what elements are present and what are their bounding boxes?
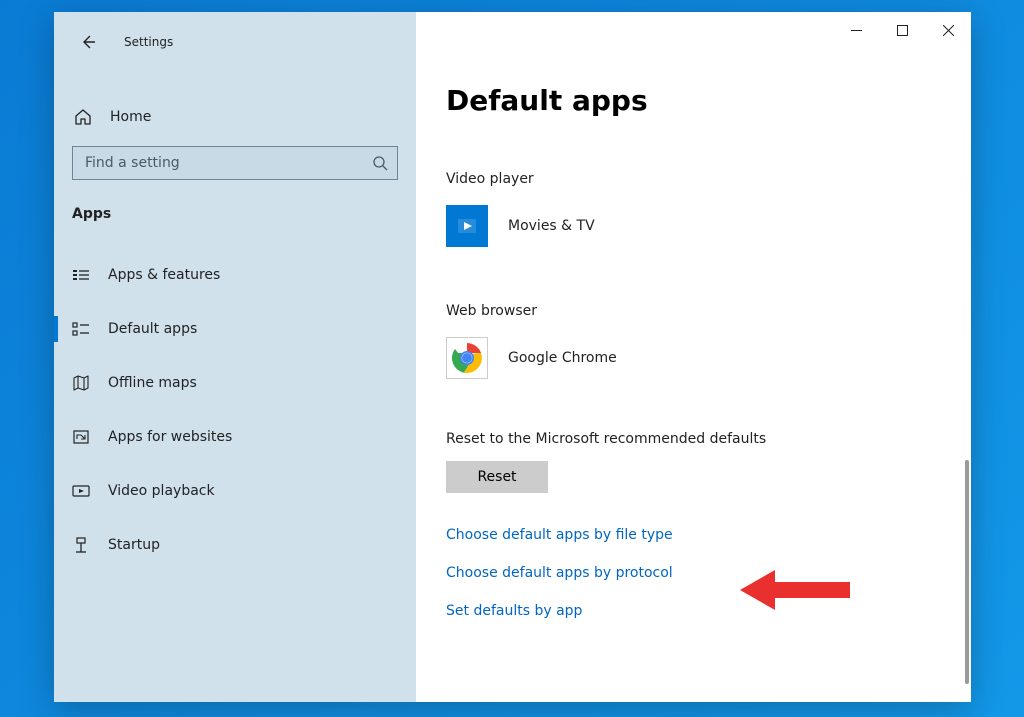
settings-window: Settings Home Apps Apps & features: [54, 12, 971, 702]
video-player-group: Video player Movies & TV: [446, 171, 941, 249]
chrome-icon: [446, 337, 488, 379]
offline-maps-icon: [72, 374, 90, 392]
movies-tv-icon: [446, 205, 488, 247]
nav-list: Apps & features Default apps Offline map…: [54, 248, 416, 572]
web-browser-group: Web browser Google Chrome: [446, 303, 941, 381]
home-icon: [74, 108, 92, 126]
nav-label: Video playback: [108, 483, 215, 499]
minimize-icon: [851, 25, 862, 36]
home-nav[interactable]: Home: [54, 96, 416, 138]
reset-section: Reset to the Microsoft recommended defau…: [446, 431, 941, 493]
video-player-app-name: Movies & TV: [508, 218, 595, 234]
nav-video-playback[interactable]: Video playback: [54, 464, 416, 518]
reset-button[interactable]: Reset: [446, 461, 548, 493]
back-button[interactable]: [78, 32, 98, 52]
close-button[interactable]: [925, 12, 971, 48]
nav-label: Startup: [108, 537, 160, 553]
back-arrow-icon: [80, 34, 96, 50]
link-by-protocol[interactable]: Choose default apps by protocol: [446, 565, 673, 581]
default-apps-icon: [72, 320, 90, 338]
sidebar: Settings Home Apps Apps & features: [54, 12, 416, 702]
search-container: [72, 146, 398, 180]
maximize-icon: [897, 25, 908, 36]
link-by-file-type[interactable]: Choose default apps by file type: [446, 527, 673, 543]
reset-label: Reset to the Microsoft recommended defau…: [446, 431, 941, 447]
section-header: Apps: [54, 180, 416, 230]
nav-label: Offline maps: [108, 375, 197, 391]
web-browser-label: Web browser: [446, 303, 941, 319]
video-player-choice[interactable]: Movies & TV: [446, 203, 941, 249]
search-input[interactable]: [72, 146, 398, 180]
maximize-button[interactable]: [879, 12, 925, 48]
apps-features-icon: [72, 266, 90, 284]
startup-icon: [72, 536, 90, 554]
apps-websites-icon: [72, 428, 90, 446]
scrollbar-thumb[interactable]: [965, 460, 969, 684]
video-player-label: Video player: [446, 171, 941, 187]
web-browser-app-name: Google Chrome: [508, 350, 617, 366]
app-title: Settings: [124, 35, 173, 49]
window-controls: [833, 12, 971, 48]
nav-label: Apps for websites: [108, 429, 232, 445]
titlebar-left: Settings: [54, 26, 416, 58]
nav-default-apps[interactable]: Default apps: [54, 302, 416, 356]
nav-apps-features[interactable]: Apps & features: [54, 248, 416, 302]
home-label: Home: [110, 109, 151, 125]
content-pane: Default apps Video player Movies & TV We…: [416, 12, 971, 702]
nav-label: Default apps: [108, 321, 197, 337]
links-section: Choose default apps by file type Choose …: [446, 527, 941, 619]
minimize-button[interactable]: [833, 12, 879, 48]
nav-offline-maps[interactable]: Offline maps: [54, 356, 416, 410]
nav-label: Apps & features: [108, 267, 220, 283]
video-playback-icon: [72, 482, 90, 500]
web-browser-choice[interactable]: Google Chrome: [446, 335, 941, 381]
close-icon: [943, 25, 954, 36]
nav-apps-websites[interactable]: Apps for websites: [54, 410, 416, 464]
nav-startup[interactable]: Startup: [54, 518, 416, 572]
page-title: Default apps: [446, 84, 941, 117]
link-by-app[interactable]: Set defaults by app: [446, 603, 582, 619]
